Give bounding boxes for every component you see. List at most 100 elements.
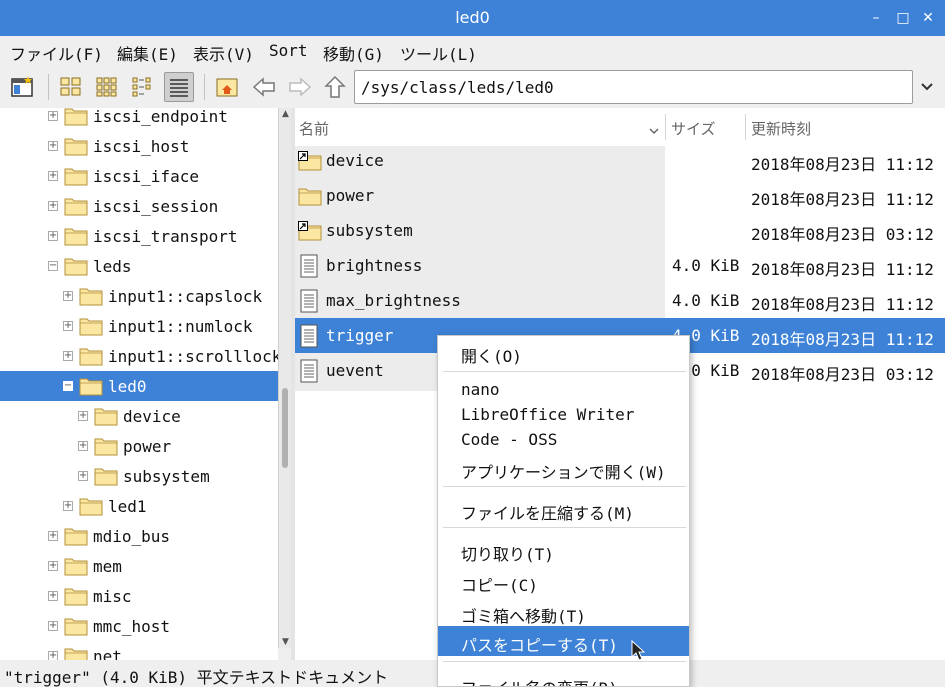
maximize-icon[interactable]: □ bbox=[893, 8, 913, 28]
expand-icon[interactable]: + bbox=[78, 411, 88, 421]
tree-item-led1[interactable]: + led1 bbox=[0, 491, 278, 521]
menu-separator bbox=[443, 527, 686, 528]
tree-item-label: iscsi_host bbox=[93, 137, 190, 156]
file-date: 2018年08月23日 03:12 bbox=[751, 225, 934, 244]
minimize-icon[interactable]: – bbox=[866, 8, 886, 28]
menu-file[interactable]: ファイル(F) bbox=[10, 41, 103, 65]
expand-icon[interactable]: + bbox=[63, 321, 73, 331]
tree-scrollbar[interactable]: ▲ ▼ bbox=[278, 108, 291, 648]
expand-icon[interactable]: + bbox=[63, 351, 73, 361]
forward-arrow-icon[interactable] bbox=[285, 72, 315, 102]
context-menu-item[interactable]: コピー(C) bbox=[438, 566, 689, 596]
folder-link-icon bbox=[298, 221, 322, 245]
file-row[interactable]: subsystem 2018年08月23日 03:12 bbox=[295, 213, 945, 248]
folder-icon bbox=[79, 346, 103, 366]
menu-view[interactable]: 表示(V) bbox=[193, 41, 254, 65]
menu-tools[interactable]: ツール(L) bbox=[400, 41, 477, 65]
expand-icon[interactable]: + bbox=[48, 141, 58, 151]
detailed-list-view-icon[interactable] bbox=[164, 72, 194, 102]
tree-item-input1-numlock[interactable]: + input1::numlock bbox=[0, 311, 278, 341]
context-menu-item[interactable]: ファイル名の変更(R) bbox=[438, 669, 689, 686]
file-row[interactable]: brightness 4.0 KiB 2018年08月23日 11:12 bbox=[295, 248, 945, 283]
collapse-icon[interactable]: − bbox=[63, 381, 73, 391]
up-arrow-icon[interactable] bbox=[320, 72, 350, 102]
new-tab-icon[interactable] bbox=[8, 72, 38, 102]
expand-icon[interactable]: + bbox=[48, 651, 58, 660]
folder-icon bbox=[94, 466, 118, 486]
tree-item-net[interactable]: + net bbox=[0, 641, 278, 660]
window-title: led0 bbox=[455, 8, 490, 27]
tree-item-led0[interactable]: − led0 bbox=[0, 371, 278, 401]
expand-icon[interactable]: + bbox=[63, 291, 73, 301]
tree-item-device[interactable]: + device bbox=[0, 401, 278, 431]
column-header-size[interactable]: サイズ bbox=[671, 108, 716, 146]
folder-icon bbox=[64, 226, 88, 246]
menu-sort[interactable]: Sort bbox=[269, 41, 308, 60]
column-header-name[interactable]: 名前 bbox=[299, 108, 329, 146]
expand-icon[interactable]: + bbox=[48, 231, 58, 241]
expand-icon[interactable]: + bbox=[48, 621, 58, 631]
compact-view-icon[interactable] bbox=[128, 72, 158, 102]
tree-item-input1-scrolllock[interactable]: + input1::scrolllock bbox=[0, 341, 278, 371]
path-input[interactable]: /sys/class/leds/led0 bbox=[354, 70, 913, 104]
context-menu-item[interactable]: パスをコピーする(T) bbox=[438, 626, 689, 656]
file-date: 2018年08月23日 03:12 bbox=[751, 365, 934, 384]
column-header-modified[interactable]: 更新時刻 bbox=[751, 108, 811, 146]
menu-go[interactable]: 移動(G) bbox=[323, 41, 384, 65]
tree-item-misc[interactable]: + misc bbox=[0, 581, 278, 611]
icon-view-icon[interactable] bbox=[56, 72, 86, 102]
expand-icon[interactable]: + bbox=[48, 561, 58, 571]
status-text: "trigger" (4.0 KiB) 平文テキストドキュメント bbox=[4, 668, 389, 687]
expand-icon[interactable]: + bbox=[48, 201, 58, 211]
folder-icon bbox=[64, 586, 88, 606]
tree-item-mmc-host[interactable]: + mmc_host bbox=[0, 611, 278, 641]
close-icon[interactable]: ✕ bbox=[918, 8, 938, 28]
context-menu[interactable]: 開く(O) nano LibreOffice Writer Code - OSS アプリ… bbox=[437, 335, 690, 687]
folder-icon bbox=[79, 316, 103, 336]
tree-item-mem[interactable]: + mem bbox=[0, 551, 278, 581]
tree-item-power[interactable]: + power bbox=[0, 431, 278, 461]
tree-item-iscsi-transport[interactable]: + iscsi_transport bbox=[0, 221, 278, 251]
expand-icon[interactable]: + bbox=[48, 591, 58, 601]
directory-tree[interactable]: + iscsi_endpoint + iscsi_host + iscsi_iface + i… bbox=[0, 108, 278, 660]
menu-separator bbox=[443, 661, 686, 662]
chevron-down-icon[interactable] bbox=[915, 70, 939, 104]
expand-icon[interactable]: + bbox=[78, 441, 88, 451]
file-row[interactable]: device 2018年08月23日 11:12 bbox=[295, 143, 945, 178]
file-date: 2018年08月23日 11:12 bbox=[751, 190, 934, 209]
tree-item-iscsi-session[interactable]: + iscsi_session bbox=[0, 191, 278, 221]
expand-icon[interactable]: + bbox=[48, 111, 58, 121]
tree-item-label: power bbox=[123, 437, 172, 456]
collapse-icon[interactable]: − bbox=[48, 261, 58, 271]
tree-item-subsystem[interactable]: + subsystem bbox=[0, 461, 278, 491]
folder-icon bbox=[64, 196, 88, 216]
tree-item-label: input1::scrolllock bbox=[108, 347, 278, 366]
expand-icon[interactable]: + bbox=[48, 171, 58, 181]
thumbnail-view-icon[interactable] bbox=[92, 72, 122, 102]
tree-item-iscsi-iface[interactable]: + iscsi_iface bbox=[0, 161, 278, 191]
file-name: power bbox=[326, 186, 375, 205]
tree-item-iscsi-endpoint[interactable]: + iscsi_endpoint bbox=[0, 108, 278, 131]
menu-edit[interactable]: 編集(E) bbox=[117, 41, 178, 65]
tree-item-input1-capslock[interactable]: + input1::capslock bbox=[0, 281, 278, 311]
context-menu-item[interactable]: 切り取り(T) bbox=[438, 535, 689, 565]
tree-item-iscsi-host[interactable]: + iscsi_host bbox=[0, 131, 278, 161]
context-menu-item[interactable]: ゴミ箱へ移動(T) bbox=[438, 597, 689, 627]
context-menu-item[interactable]: Code - OSS bbox=[438, 424, 689, 454]
expand-icon[interactable]: + bbox=[78, 471, 88, 481]
file-row[interactable]: power 2018年08月23日 11:12 bbox=[295, 178, 945, 213]
context-menu-item[interactable]: 開く(O) bbox=[438, 337, 689, 367]
home-icon[interactable] bbox=[212, 72, 242, 102]
sort-chevron-icon[interactable] bbox=[649, 120, 659, 139]
scrollbar-thumb[interactable] bbox=[282, 388, 288, 468]
file-row[interactable]: max_brightness 4.0 KiB 2018年08月23日 11:12 bbox=[295, 283, 945, 318]
back-arrow-icon[interactable] bbox=[249, 72, 279, 102]
expand-icon[interactable]: + bbox=[48, 531, 58, 541]
tree-item-label: iscsi_session bbox=[93, 197, 219, 216]
title-bar[interactable]: led0 – □ ✕ bbox=[0, 0, 945, 36]
context-menu-item[interactable]: ファイルを圧縮する(M) bbox=[438, 494, 689, 524]
tree-item-leds[interactable]: − leds bbox=[0, 251, 278, 281]
tree-item-mdio-bus[interactable]: + mdio_bus bbox=[0, 521, 278, 551]
expand-icon[interactable]: + bbox=[63, 501, 73, 511]
context-menu-item[interactable]: アプリケーションで開く(W) bbox=[438, 453, 689, 483]
